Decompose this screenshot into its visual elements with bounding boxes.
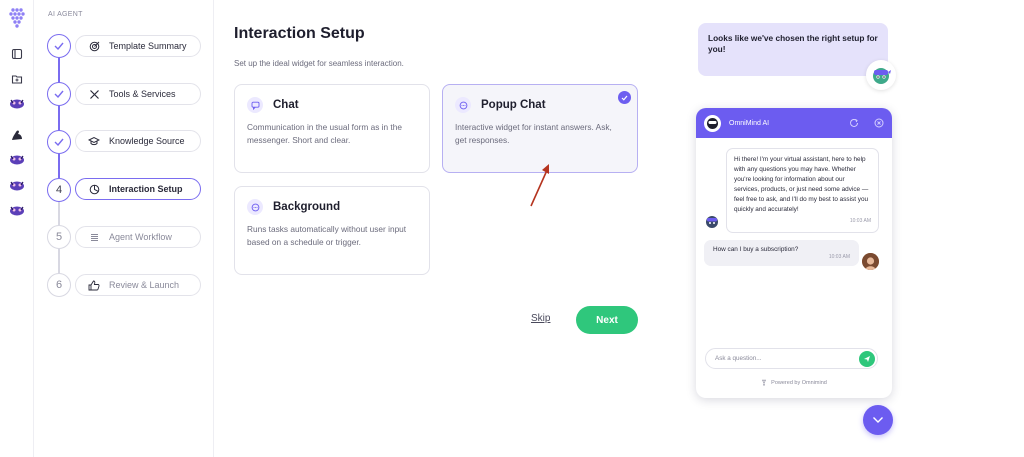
- tools-icon: [88, 88, 100, 100]
- chevron-down-icon: [873, 417, 883, 423]
- step-5-number: 5: [47, 225, 71, 249]
- folder-add-icon[interactable]: [8, 70, 26, 88]
- step-label: Knowledge Source: [109, 136, 185, 146]
- user-message: How can I buy a subscription? 10:03 AM: [704, 240, 859, 266]
- step-knowledge-source[interactable]: Knowledge Source: [75, 130, 201, 152]
- step-review-launch[interactable]: Review & Launch: [75, 274, 201, 296]
- icon-rail: [0, 0, 34, 457]
- muscle-icon[interactable]: [8, 126, 26, 144]
- selected-check-icon: [618, 91, 631, 104]
- user-message-text: How can I buy a subscription?: [713, 246, 799, 253]
- step-6-number: 6: [47, 273, 71, 297]
- step-3-check: [47, 130, 71, 154]
- documents-icon[interactable]: [8, 45, 26, 63]
- bot-message-time: 10:03 AM: [849, 218, 871, 224]
- user-message-time: 10:03 AM: [828, 254, 850, 260]
- agent-avatar-3-icon[interactable]: [8, 177, 26, 195]
- target-icon: [88, 40, 100, 52]
- step-interaction-setup[interactable]: Interaction Setup: [75, 178, 201, 200]
- step-label: Tools & Services: [109, 89, 176, 99]
- option-title: Chat: [273, 99, 299, 111]
- pie-chart-icon: [88, 183, 100, 195]
- page-title: Interaction Setup: [234, 25, 365, 42]
- hint-text: Looks like we've chosen the right setup …: [708, 33, 878, 54]
- chat-round-icon: [455, 97, 471, 113]
- step-template-summary[interactable]: Template Summary: [75, 35, 201, 57]
- chat-widget-preview: OmniMind AI Hi there! I'm your virtual a…: [696, 108, 892, 398]
- list-icon: [88, 231, 100, 243]
- step-2-check: [47, 82, 71, 106]
- powered-by: Powered by Omnimind: [696, 379, 892, 387]
- step-4-number: 4: [47, 178, 71, 202]
- agent-avatar-2-icon[interactable]: [8, 151, 26, 169]
- widget-bot-avatar-icon: [704, 114, 721, 132]
- step-connector: [58, 58, 60, 84]
- check-icon: [54, 138, 64, 146]
- mascot-avatar-icon: [866, 60, 896, 90]
- omnimind-small-logo-icon: [762, 379, 767, 386]
- widget-toggle-button[interactable]: [863, 405, 893, 435]
- chat-bubble-icon: [247, 97, 263, 113]
- section-label: AI AGENT: [48, 11, 83, 18]
- option-description: Communication in the usual form as in th…: [247, 122, 402, 145]
- option-description: Runs tasks automatically without user in…: [247, 224, 407, 247]
- step-tools-services[interactable]: Tools & Services: [75, 83, 201, 105]
- next-button[interactable]: Next: [576, 306, 638, 334]
- chat-round-icon: [247, 199, 263, 215]
- check-icon: [54, 42, 64, 50]
- user-avatar: [862, 253, 879, 270]
- omnimind-logo-icon[interactable]: [7, 6, 27, 30]
- bot-avatar-icon: [706, 216, 718, 228]
- step-agent-workflow[interactable]: Agent Workflow: [75, 226, 201, 248]
- step-label: Template Summary: [109, 41, 187, 51]
- option-title: Background: [273, 201, 341, 213]
- step-label: Review & Launch: [109, 280, 180, 290]
- option-card-background[interactable]: Background Runs tasks automatically with…: [234, 186, 430, 275]
- widget-name: OmniMind AI: [729, 119, 770, 127]
- skip-link[interactable]: Skip: [531, 313, 550, 324]
- annotation-arrow-icon: [530, 164, 549, 207]
- close-icon[interactable]: [873, 118, 884, 129]
- step-connector: [58, 249, 60, 274]
- bot-message-text: Hi there! I'm your virtual assistant, he…: [734, 156, 869, 213]
- send-icon[interactable]: [859, 351, 875, 367]
- widget-question-input[interactable]: Ask a question...: [705, 348, 878, 369]
- graduation-cap-icon: [88, 135, 100, 147]
- steps-sidebar: AI AGENT Template Summary Tools & Servic…: [34, 0, 214, 457]
- step-label: Interaction Setup: [109, 184, 183, 194]
- step-label: Agent Workflow: [109, 232, 172, 242]
- option-card-chat[interactable]: Chat Communication in the usual form as …: [234, 84, 430, 173]
- step-connector: [58, 202, 60, 226]
- agent-avatar-1-icon[interactable]: [8, 95, 26, 113]
- option-description: Interactive widget for instant answers. …: [455, 122, 612, 145]
- thumbs-up-icon: [88, 279, 100, 291]
- powered-by-text: Powered by Omnimind: [771, 380, 827, 386]
- agent-avatar-4-icon[interactable]: [8, 202, 26, 220]
- input-placeholder: Ask a question...: [715, 355, 762, 362]
- step-connector: [58, 154, 60, 178]
- option-title: Popup Chat: [481, 99, 546, 111]
- step-1-check: [47, 34, 71, 58]
- check-icon: [54, 90, 64, 98]
- step-connector: [58, 106, 60, 132]
- setup-hint-bubble: Looks like we've chosen the right setup …: [698, 23, 888, 76]
- refresh-icon[interactable]: [848, 118, 859, 129]
- bot-message: Hi there! I'm your virtual assistant, he…: [726, 148, 879, 233]
- page-subtitle: Set up the ideal widget for seamless int…: [234, 59, 404, 68]
- widget-header: OmniMind AI: [696, 108, 892, 138]
